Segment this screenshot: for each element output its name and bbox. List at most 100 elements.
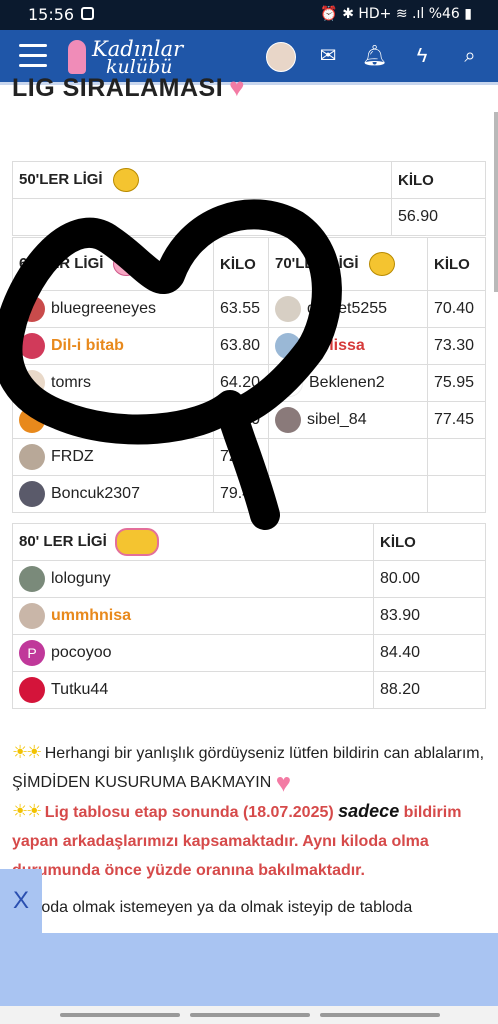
table-row: Ppocoyoo 84.40 [12, 634, 486, 672]
ad-close-button[interactable]: X [0, 869, 42, 933]
status-time: 15:56 [28, 5, 75, 24]
nav-recent-handle[interactable] [60, 1013, 180, 1017]
avatar[interactable] [19, 566, 45, 592]
table-cell-value: 77.45 [427, 401, 486, 439]
avatar[interactable] [19, 407, 45, 433]
league-60-70-table: 60'LAR LİGİ KİLO 70'LER LİGİ KİLO bluegr… [12, 237, 486, 513]
member-name[interactable]: FRDZ [51, 448, 94, 465]
table-row: Boncuk2307 79.4 [12, 475, 486, 513]
note-line-3: Tabloda olmak istemeyen ya da olmak iste… [12, 899, 413, 917]
system-nav-bar [0, 1006, 498, 1024]
table-row: bluegreeneyes 63.55 demet5255 70.40 [12, 290, 486, 328]
member-name[interactable]: tomrs [51, 374, 91, 391]
kilo-header: KİLO [373, 523, 486, 561]
avatar[interactable] [19, 296, 45, 322]
table-cell-value: 66.90 [213, 401, 269, 439]
table-row: Dil-i bitab 63.80 Melissa 73.30 [12, 327, 486, 365]
screenshot-indicator-icon [81, 7, 94, 20]
member-name[interactable]: Melissa [307, 337, 365, 354]
member-name[interactable]: pocoyoo [51, 644, 112, 661]
table-cell-value: 70.40 [427, 290, 486, 328]
league-50-table: 50'LER LİGİ KİLO 56.90 [12, 161, 486, 236]
league-50-header: 50'LER LİGİ [12, 161, 392, 199]
smiley-emoji-icon [368, 252, 395, 276]
sun-emoji-icon: ☀☀ [12, 742, 42, 762]
flowers-emoji-icon [113, 252, 140, 276]
member-name[interactable]: demet5255 [307, 300, 387, 317]
avatar[interactable] [275, 369, 303, 397]
member-name[interactable]: Deltaw [51, 411, 103, 428]
table-cell-value: 80.00 [373, 560, 486, 598]
avatar[interactable] [275, 296, 301, 322]
status-icons: ⏰ ✱ HD+ ≋ .ıl %46 ▮ [320, 6, 472, 22]
lightning-icon[interactable]: ϟ [410, 44, 434, 68]
mail-icon[interactable]: ✉ [316, 44, 340, 68]
member-name[interactable]: sibel_84 [307, 411, 367, 428]
member-name[interactable]: Tutku44 [51, 681, 108, 698]
table-row: Deltaw 66.90 sibel_84 77.45 [12, 401, 486, 439]
table-cell-name [12, 198, 392, 236]
league-70-header: 70'LER LİGİ [268, 237, 428, 291]
member-name[interactable]: lologuny [51, 570, 111, 587]
league-60-header: 60'LAR LİGİ [12, 237, 214, 291]
table-cell-value: 63.55 [213, 290, 269, 328]
table-row: ummhnisa 83.90 [12, 597, 486, 635]
page-title-text: LIG SIRALAMASI [12, 74, 224, 102]
nav-back-handle[interactable] [320, 1013, 440, 1017]
scrollbar[interactable] [494, 112, 498, 292]
member-name[interactable]: Dil-i bitab [51, 337, 124, 354]
site-logo[interactable]: Kadınlar kulübü [66, 36, 186, 78]
nav-home-handle[interactable] [190, 1013, 310, 1017]
kilo-header: KİLO [213, 237, 269, 291]
league-60-title: 60'LAR LİGİ [19, 254, 104, 272]
avatar[interactable] [19, 370, 45, 396]
table-cell-value: 84.40 [373, 634, 486, 672]
table-cell-value: 64.20 [213, 364, 269, 402]
table-row: tomrs 64.20 Beklenen2 75.95 [12, 364, 486, 402]
table-row: lologuny 80.00 [12, 560, 486, 598]
avatar[interactable]: P [19, 640, 45, 666]
status-bar: 15:56 ⏰ ✱ HD+ ≋ .ıl %46 ▮ [0, 0, 498, 30]
avatar[interactable] [19, 481, 45, 507]
menu-icon[interactable] [19, 44, 47, 68]
smiley-emoji-icon [112, 168, 139, 192]
league-80-title: 80' LER LİGİ [19, 532, 107, 550]
league-50-title: 50'LER LİGİ [19, 170, 103, 188]
table-cell-value: 83.90 [373, 597, 486, 635]
member-name[interactable]: ummhnisa [51, 607, 131, 624]
heart-icon: ♥ [229, 72, 246, 102]
notes-section: ☀☀ Herhangi bir yanlışlık gördüyseniz lü… [12, 738, 486, 922]
page-title: LIG SIRALAMASI ♥ [12, 72, 245, 103]
member-name[interactable]: bluegreeneyes [51, 300, 156, 317]
avatar[interactable] [19, 603, 45, 629]
league-80-table: 80' LER LİGİ KİLO lologuny 80.00 ummhnis… [12, 523, 486, 709]
kilo-header: KİLO [427, 237, 486, 291]
avatar[interactable] [275, 333, 301, 359]
table-row: Tutku44 88.20 [12, 671, 486, 709]
member-name[interactable]: Beklenen2 [309, 374, 385, 391]
logo-figure-icon [68, 40, 86, 74]
avatar[interactable] [275, 407, 301, 433]
user-avatar[interactable] [266, 42, 296, 72]
kilo-header: KİLO [391, 161, 486, 199]
note-line-2-italic: sadece [338, 801, 400, 822]
table-cell-value: 56.90 [391, 198, 486, 236]
avatar[interactable] [19, 333, 45, 359]
member-name[interactable]: Boncuk2307 [51, 485, 140, 502]
ad-banner[interactable] [0, 933, 498, 1006]
note-line-1: Herhangi bir yanlışlık gördüyseniz lütfe… [12, 745, 485, 791]
sun-emoji-icon: ☀☀ [12, 801, 42, 822]
avatar[interactable] [19, 677, 45, 703]
note-line-2-red: Lig tablosu etap sonunda (18.07.2025) [44, 804, 334, 822]
table-cell-value: 88.20 [373, 671, 486, 709]
avatar[interactable] [19, 444, 45, 470]
league-70-title: 70'LER LİGİ [275, 254, 359, 272]
heart-icon: ♥ [275, 767, 292, 798]
bell-icon[interactable]: 🔔︎ [362, 44, 387, 68]
table-cell-value: 72 [213, 438, 269, 476]
flower-smiley-emoji-icon [114, 528, 159, 556]
league-80-header: 80' LER LİGİ [12, 523, 374, 561]
table-row: FRDZ 72 [12, 438, 486, 476]
search-icon[interactable]: ⌕ [458, 44, 482, 68]
table-cell-value: 73.30 [427, 327, 486, 365]
